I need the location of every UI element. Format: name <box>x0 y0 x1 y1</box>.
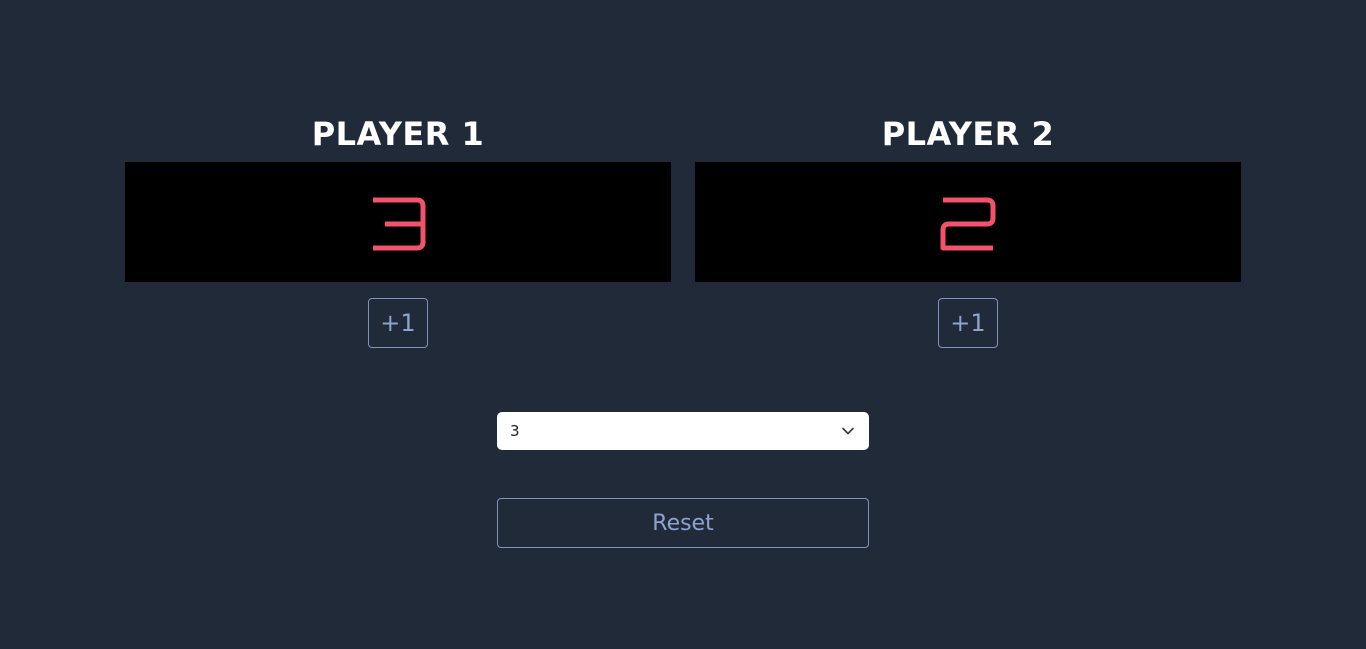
player-2-score-digit <box>940 197 996 251</box>
chevron-down-icon <box>842 427 854 435</box>
winning-score-select[interactable]: 3 <box>497 412 869 450</box>
reset-button[interactable]: Reset <box>497 498 869 548</box>
player-1-score-digit <box>373 197 426 251</box>
player-1-increment-button[interactable]: +1 <box>368 298 428 348</box>
player-2-increment-button[interactable]: +1 <box>938 298 998 348</box>
winning-score-selected-value: 3 <box>510 422 520 440</box>
player-2-title: PLAYER 2 <box>881 115 1055 153</box>
player-2-score-display <box>695 162 1241 282</box>
player-1-title: PLAYER 1 <box>311 115 485 153</box>
scorekeeper-page: PLAYER 1 +1 PLAYER 2 +1 3 Reset <box>0 0 1366 649</box>
player-1-score-display <box>125 162 671 282</box>
